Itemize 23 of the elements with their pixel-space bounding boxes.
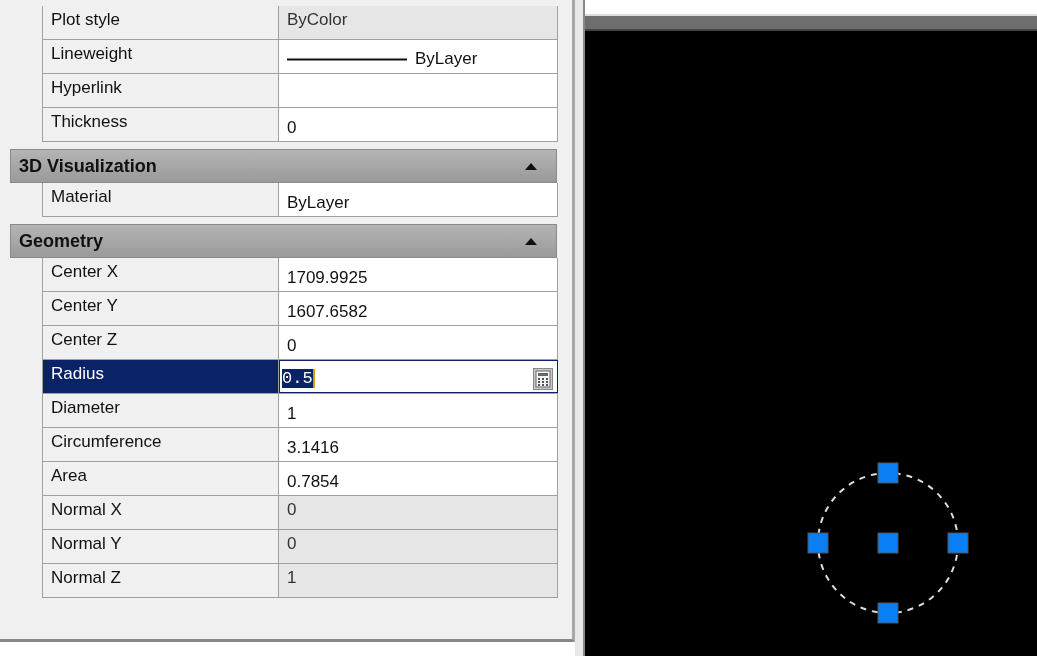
- property-value[interactable]: 0: [279, 108, 558, 141]
- value-input-field[interactable]: 0.5: [279, 360, 558, 393]
- section-header[interactable]: Geometry: [10, 224, 557, 258]
- property-value[interactable]: 0.7854: [279, 462, 558, 495]
- property-label[interactable]: Radius: [43, 360, 279, 393]
- collapse-triangle-icon[interactable]: [524, 161, 538, 171]
- section-header[interactable]: 3D Visualization: [10, 149, 557, 183]
- property-value[interactable]: ByLayer: [279, 183, 558, 216]
- property-value[interactable]: ByLayer: [279, 40, 558, 73]
- property-value[interactable]: 1607.6582: [279, 292, 558, 325]
- property-value[interactable]: 0: [279, 326, 558, 359]
- lineweight-sample-icon: [287, 58, 407, 61]
- calculator-icon[interactable]: [533, 367, 553, 390]
- selected-circle-drawing[interactable]: [806, 461, 970, 625]
- property-value[interactable]: 1709.9925: [279, 258, 558, 291]
- property-value[interactable]: 1: [279, 564, 558, 597]
- property-value[interactable]: 0: [279, 496, 558, 529]
- collapse-triangle-icon[interactable]: [524, 236, 538, 246]
- property-value[interactable]: 3.1416: [279, 428, 558, 461]
- property-value[interactable]: 1: [279, 394, 558, 427]
- panel-splitter[interactable]: [575, 0, 585, 656]
- property-value[interactable]: 0: [279, 530, 558, 563]
- property-value[interactable]: ByColor: [279, 6, 558, 39]
